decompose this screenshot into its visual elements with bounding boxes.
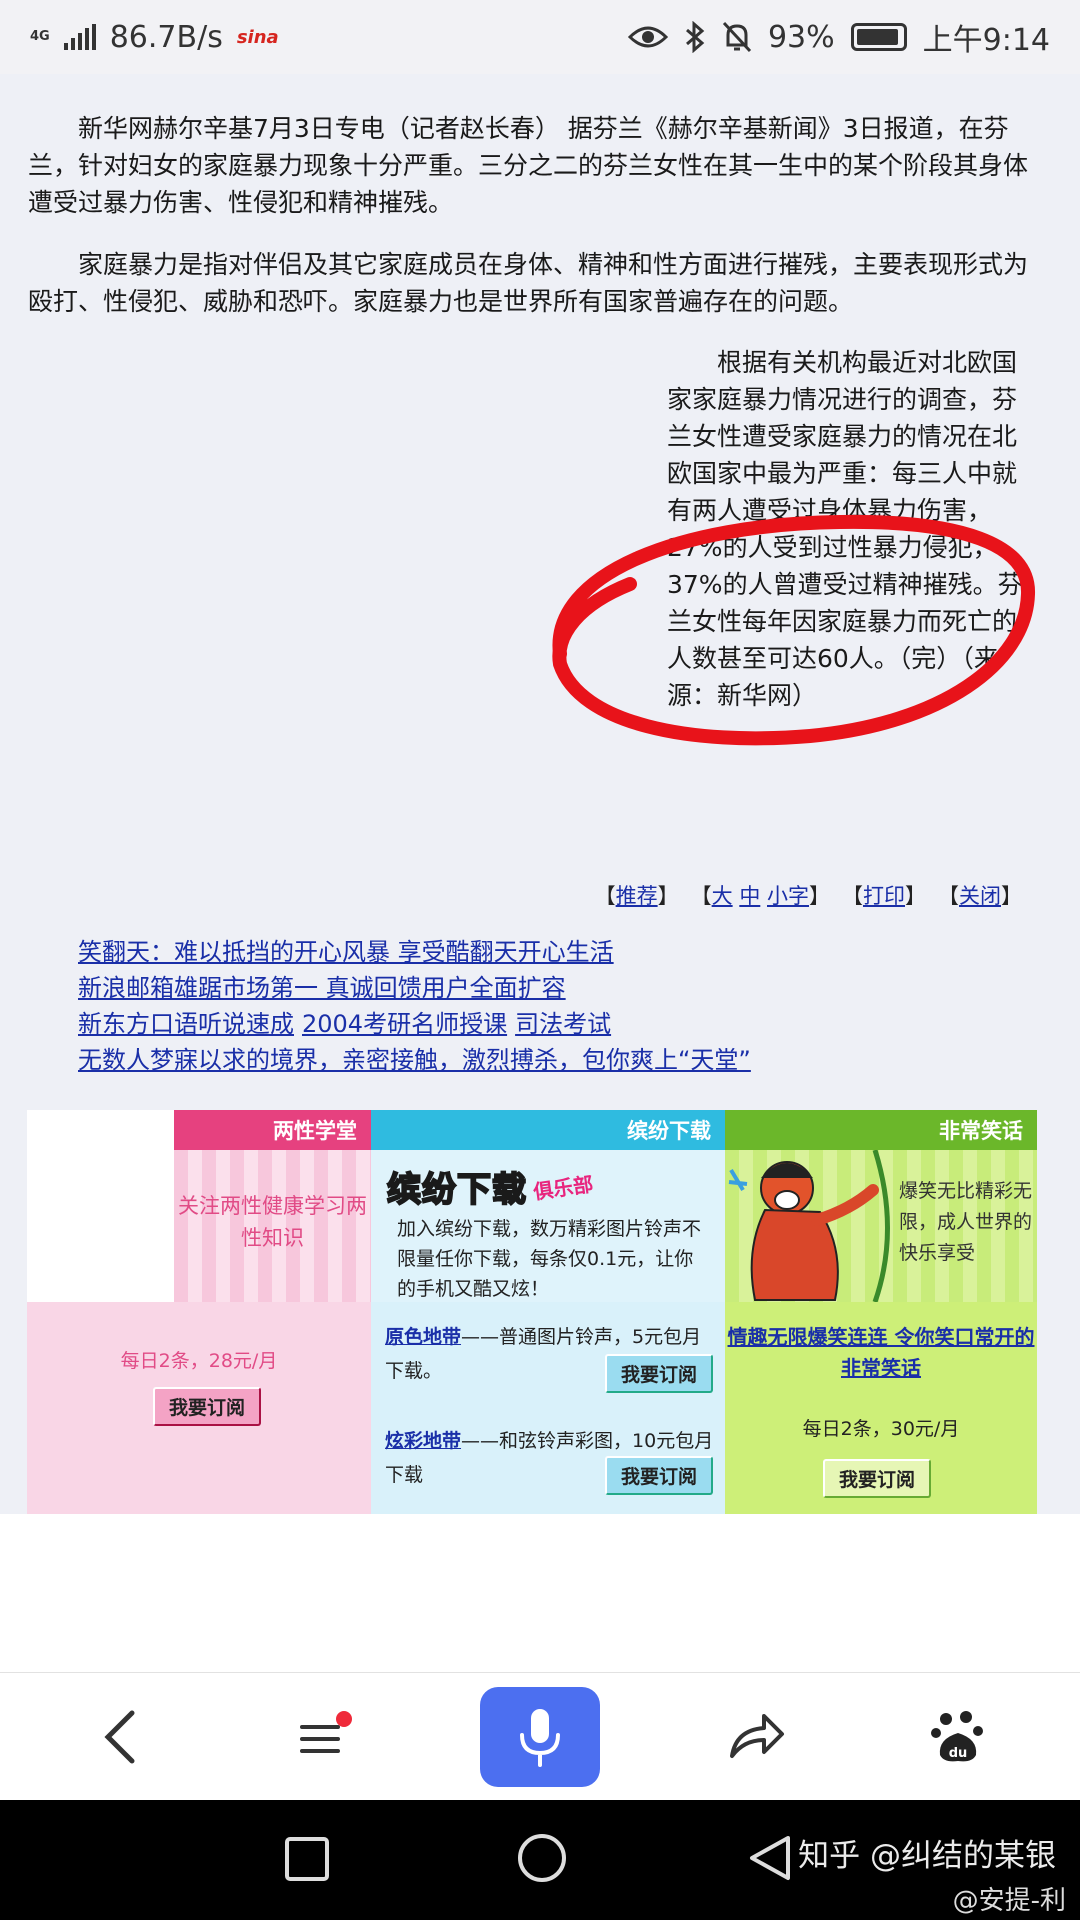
baidu-paw-icon: du: [931, 1711, 983, 1762]
sina-app-icon: sina: [236, 26, 279, 48]
article-paragraph-2: 家庭暴力是指对伴侣及其它家庭成员在身体、精神和性方面进行摧残，主要表现形式为殴打…: [28, 250, 1029, 316]
ad-link[interactable]: 司法考试: [515, 1006, 611, 1042]
share-icon: [730, 1714, 784, 1758]
cartoon-figure-image: [728, 1150, 890, 1302]
battery-icon: [850, 23, 907, 51]
recent-apps-icon[interactable]: [282, 1834, 332, 1884]
menu-icon: [300, 1711, 352, 1753]
promo-jokes-subscribe: 情趣无限爆笑连连 令你笑口常开的非常笑话 每日2条，30元/月 我要订阅: [725, 1302, 1037, 1514]
web-page: 新华网赫尔辛基7月3日专电（记者赵长春） 据芬兰《赫尔辛基新闻》3日报道，在芬兰…: [0, 74, 1080, 1514]
network-type: 4G: [30, 29, 50, 44]
chevron-left-icon: [104, 1710, 135, 1764]
ad-links: 笑翻天：难以抵挡的开心风暴 享受酷翻天开心生活 新浪邮箱雄踞市场第一 真诚回馈用…: [78, 934, 751, 1078]
promo-jokes[interactable]: 非常笑话 爆笑无比精彩无限，成人世界的快乐享受: [725, 1110, 1037, 1302]
download-club-logo: 缤纷下载 俱乐部: [386, 1169, 595, 1211]
font-large-link[interactable]: 大: [712, 884, 733, 908]
status-bar: 4G 86.7B/s sina 93% 上午9:14: [0, 0, 1080, 74]
home-icon[interactable]: [514, 1830, 570, 1886]
ad-link[interactable]: 新浪邮箱雄踞市场第一 真诚回馈用户全面扩容: [78, 970, 566, 1006]
subscribe-button[interactable]: 我要订阅: [823, 1459, 932, 1498]
promo-gender-class[interactable]: 两性学堂 关注两性健康学习两性知识: [174, 1110, 371, 1302]
promo-text: 加入缤纷下载，数万精彩图片铃声不限量任你下载，每条仅0.1元，让你的手机又酷又炫…: [397, 1218, 702, 1300]
price-text: 每日2条，30元/月: [802, 1418, 960, 1440]
promo-text: 关注两性健康学习两性知识: [178, 1194, 367, 1250]
promo-grid: 两性学堂 关注两性健康学习两性知识 缤纷下载 缤纷下载 俱乐部 加入缤纷下载，数…: [27, 1110, 1037, 1514]
font-small-link[interactable]: 小字: [767, 884, 809, 908]
network-speed: 86.7B/s: [109, 19, 223, 55]
page-top-edge: [0, 74, 1080, 80]
print-link[interactable]: 打印: [863, 884, 905, 908]
signal-icon: [63, 24, 96, 50]
promo-download-subscribe: 原色地带——普通图片铃声，5元包月下载。 我要订阅 炫彩地带——和弦铃声彩图，1…: [371, 1302, 725, 1514]
ad-link[interactable]: 新东方口语听说速成: [78, 1006, 294, 1042]
promo-blank: [27, 1110, 174, 1302]
ad-link[interactable]: 无数人梦寐以求的境界，亲密接触，激烈搏杀，包你爽上“天堂”: [78, 1042, 751, 1078]
plan-link[interactable]: 原色地带: [385, 1326, 461, 1348]
subscribe-button[interactable]: 我要订阅: [153, 1387, 262, 1426]
promo-text: 爆笑无比精彩无限，成人世界的快乐享受: [899, 1180, 1033, 1264]
jokes-headline-link[interactable]: 情趣无限爆笑连连 令你笑口常开的非常笑话: [725, 1322, 1037, 1384]
clock: 上午9:14: [922, 23, 1050, 58]
article-paragraph-1: 新华网赫尔辛基7月3日专电（记者赵长春） 据芬兰《赫尔辛基新闻》3日报道，在芬兰…: [28, 114, 1029, 217]
promo-header: 缤纷下载: [371, 1110, 725, 1150]
browser-bottom-bar: du: [0, 1672, 1080, 1800]
close-link[interactable]: 关闭: [959, 884, 1001, 908]
subscribe-button[interactable]: 我要订阅: [604, 1354, 713, 1393]
menu-button[interactable]: [284, 1697, 364, 1777]
voice-search-button[interactable]: [480, 1687, 600, 1787]
price-text: 每日2条，28元/月: [120, 1350, 278, 1372]
recommend-link[interactable]: 推荐: [616, 884, 658, 908]
promo-header: 非常笑话: [725, 1110, 1037, 1150]
mute-bell-icon: [722, 21, 752, 53]
font-medium-link[interactable]: 中: [739, 884, 760, 908]
bluetooth-icon: [685, 21, 705, 53]
microphone-icon: [520, 1709, 560, 1767]
eye-icon: [627, 26, 668, 48]
system-nav-bar: 知乎 @纠结的某银 @安提-利: [0, 1800, 1080, 1920]
subscribe-button[interactable]: 我要订阅: [604, 1456, 713, 1495]
promo-gender-subscribe: 每日2条，28元/月 我要订阅: [27, 1302, 371, 1514]
promo-header: 两性学堂: [174, 1110, 371, 1150]
back-button[interactable]: [80, 1697, 160, 1777]
article-toolbar: 【推荐】 【大 中 小字】 【打印】 【关闭】: [594, 884, 1022, 908]
promo-download[interactable]: 缤纷下载 缤纷下载 俱乐部 加入缤纷下载，数万精彩图片铃声不限量任你下载，每条仅…: [371, 1110, 725, 1302]
weibo-watermark: @安提-利: [952, 1886, 1066, 1916]
article-paragraph-3: 根据有关机构最近对北欧国家家庭暴力情况进行的调查，芬兰女性遭受家庭暴力的情况在北…: [667, 348, 1023, 710]
ad-link[interactable]: 2004考研名师授课: [302, 1006, 507, 1042]
plan-link[interactable]: 炫彩地带: [385, 1430, 461, 1452]
zhihu-watermark: 知乎 @纠结的某银: [798, 1838, 1056, 1874]
battery-percent: 93%: [767, 19, 835, 55]
back-triangle-icon[interactable]: [744, 1832, 794, 1884]
baidu-home-button[interactable]: du: [918, 1697, 998, 1777]
svg-text:du: du: [949, 1746, 968, 1761]
ad-link[interactable]: 笑翻天：难以抵挡的开心风暴 享受酷翻天开心生活: [78, 934, 614, 970]
share-button[interactable]: [716, 1697, 796, 1777]
